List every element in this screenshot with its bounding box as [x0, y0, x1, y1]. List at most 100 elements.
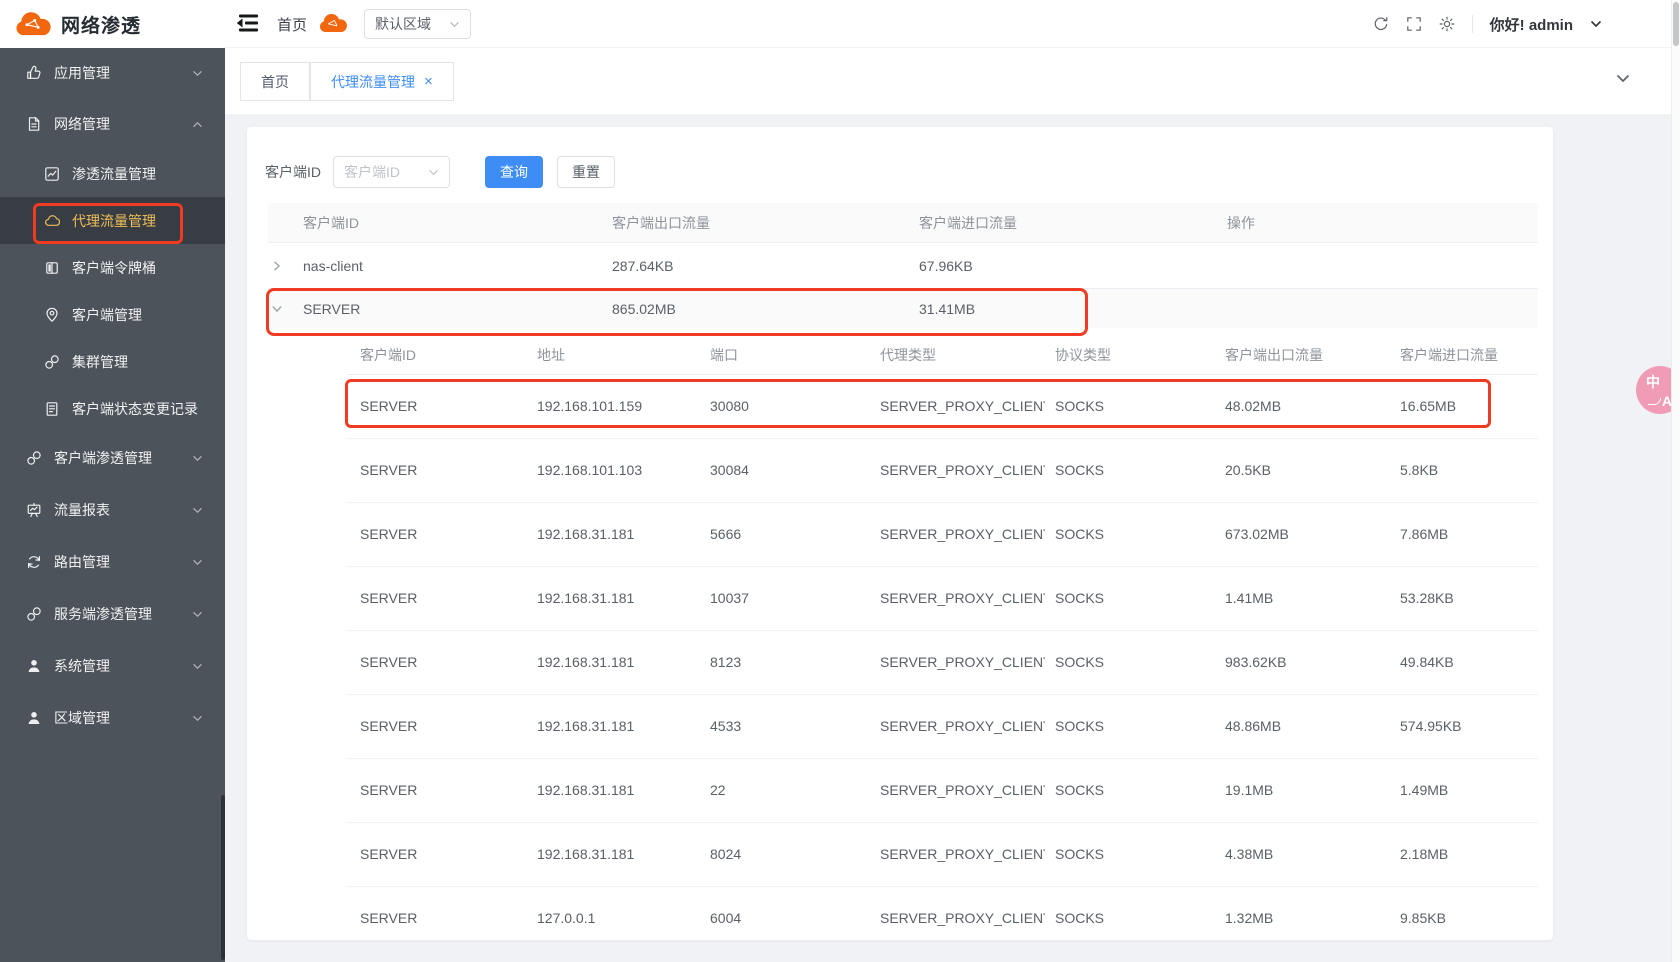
- chart-icon: [44, 166, 60, 182]
- link-icon: [44, 354, 60, 370]
- breadcrumb-home[interactable]: 首页: [277, 14, 307, 35]
- close-tab-icon[interactable]: ×: [424, 74, 433, 89]
- like-icon: [26, 65, 42, 81]
- tab-首页[interactable]: 首页: [240, 62, 310, 101]
- bucket-icon: [44, 260, 60, 276]
- table-cell: 30084: [700, 439, 870, 502]
- cloud-icon[interactable]: [318, 12, 348, 36]
- sidebar: 网络渗透 应用管理网络管理渗透流量管理代理流量管理客户端令牌桶客户端管理集群管理…: [0, 0, 225, 962]
- sidebar-item-label: 客户端管理: [72, 305, 142, 325]
- page-scrollbar: [1671, 0, 1680, 962]
- user-greeting[interactable]: 你好! admin: [1490, 14, 1573, 35]
- table-cell: 9.85KB: [1390, 887, 1538, 940]
- sidebar-item-客户端令牌桶[interactable]: 客户端令牌桶: [0, 244, 225, 291]
- table-cell: SERVER: [293, 289, 602, 328]
- fullscreen-icon[interactable]: [1406, 16, 1422, 32]
- theme-icon[interactable]: [1439, 16, 1455, 32]
- table-cell: 192.168.101.103: [527, 439, 700, 502]
- table-cell: [1217, 289, 1538, 328]
- chevron-down-icon[interactable]: [1590, 20, 1602, 28]
- table-cell: 30080: [700, 375, 870, 438]
- sidebar-item-label: 集群管理: [72, 352, 128, 372]
- sidebar-item-客户端管理[interactable]: 客户端管理: [0, 291, 225, 338]
- table-cell: SERVER_PROXY_CLIENT: [870, 375, 1045, 438]
- sidebar-item-label: 服务端渗透管理: [54, 604, 152, 624]
- divider: [1472, 15, 1473, 33]
- sidebar-item-代理流量管理[interactable]: 代理流量管理: [0, 197, 225, 244]
- link-icon: [26, 450, 42, 466]
- table-cell: SERVER_PROXY_CLIENT: [870, 439, 1045, 502]
- table-cell: 1.41MB: [1215, 567, 1390, 630]
- sidebar-item-label: 代理流量管理: [72, 211, 156, 231]
- sidebar-item-客户端渗透管理[interactable]: 客户端渗透管理: [0, 432, 225, 484]
- file-icon: [26, 116, 42, 132]
- nested-table-row: SERVER127.0.0.16004SERVER_PROXY_CLIENTSO…: [347, 887, 1538, 940]
- table-cell: SOCKS: [1045, 759, 1215, 822]
- column-header: 客户端出口流量: [1215, 336, 1390, 374]
- column-header: 客户端ID: [293, 203, 602, 242]
- chevron-down-icon[interactable]: [1616, 74, 1630, 83]
- region-select[interactable]: 默认区域: [364, 9, 471, 39]
- column-header: 操作: [1217, 203, 1538, 242]
- reset-button[interactable]: 重置: [557, 156, 615, 188]
- table-row-nas-client[interactable]: nas-client287.64KB67.96KB: [268, 243, 1538, 289]
- region-select-value: 默认区域: [375, 14, 431, 34]
- table-cell: 192.168.31.181: [527, 631, 700, 694]
- sidebar-item-系统管理[interactable]: 系统管理: [0, 640, 225, 692]
- sidebar-item-网络管理[interactable]: 网络管理: [0, 98, 225, 150]
- sidebar-item-服务端渗透管理[interactable]: 服务端渗透管理: [0, 588, 225, 640]
- proxy-detail-table: 客户端ID地址端口代理类型协议类型客户端出口流量客户端进口流量SERVER192…: [347, 336, 1538, 940]
- table-cell: nas-client: [293, 243, 602, 288]
- table-cell: 192.168.31.181: [527, 567, 700, 630]
- table-cell: 192.168.31.181: [527, 503, 700, 566]
- sidebar-item-集群管理[interactable]: 集群管理: [0, 338, 225, 385]
- collapse-row-icon[interactable]: [268, 289, 293, 328]
- client-id-select[interactable]: 客户端ID: [333, 156, 450, 188]
- sidebar-item-label: 网络管理: [54, 114, 110, 134]
- header-actions: 你好! admin: [1373, 0, 1602, 48]
- expand-row-icon[interactable]: [268, 243, 293, 288]
- menu-fold-icon[interactable]: [236, 14, 258, 32]
- table-cell: 127.0.0.1: [527, 887, 700, 940]
- chevron-down-icon: [192, 70, 203, 77]
- sidebar-item-label: 渗透流量管理: [72, 164, 156, 184]
- table-cell: [268, 203, 293, 242]
- table-cell: 49.84KB: [1390, 631, 1538, 694]
- sidebar-item-label: 应用管理: [54, 63, 110, 83]
- tab-代理流量管理[interactable]: 代理流量管理×: [310, 62, 454, 101]
- sidebar-item-客户端状态变更记录[interactable]: 客户端状态变更记录: [0, 385, 225, 432]
- sync-icon: [26, 554, 42, 570]
- tab-label: 首页: [261, 72, 289, 92]
- sidebar-item-路由管理[interactable]: 路由管理: [0, 536, 225, 588]
- table-header: 客户端ID客户端出口流量客户端进口流量操作: [268, 203, 1538, 243]
- chevron-down-icon: [449, 21, 460, 28]
- table-cell: SERVER: [347, 567, 527, 630]
- doc-icon: [44, 401, 60, 417]
- pin-icon: [44, 307, 60, 323]
- table-cell: 4533: [700, 695, 870, 758]
- sidebar-item-流量报表[interactable]: 流量报表: [0, 484, 225, 536]
- nested-table-row: SERVER192.168.31.1818123SERVER_PROXY_CLI…: [347, 631, 1538, 695]
- sidebar-item-应用管理[interactable]: 应用管理: [0, 48, 225, 98]
- app-screen: 网络渗透 应用管理网络管理渗透流量管理代理流量管理客户端令牌桶客户端管理集群管理…: [0, 0, 1680, 962]
- table-cell: 31.41MB: [909, 289, 1217, 328]
- page-scrollbar-thumb[interactable]: [1673, 2, 1679, 46]
- table-row-SERVER[interactable]: SERVER865.02MB31.41MB: [268, 289, 1538, 328]
- table-cell: SERVER_PROXY_CLIENT: [870, 631, 1045, 694]
- sidebar-item-区域管理[interactable]: 区域管理: [0, 692, 225, 744]
- sidebar-item-渗透流量管理[interactable]: 渗透流量管理: [0, 150, 225, 197]
- query-button[interactable]: 查询: [485, 156, 543, 188]
- refresh-icon[interactable]: [1373, 16, 1389, 32]
- table-cell: 8024: [700, 823, 870, 886]
- cloud-icon: [44, 213, 60, 229]
- cloud-logo-icon: [14, 10, 52, 39]
- sidebar-item-label: 客户端渗透管理: [54, 448, 152, 468]
- table-cell: SERVER_PROXY_CLIENT: [870, 759, 1045, 822]
- sidebar-item-label: 路由管理: [54, 552, 110, 572]
- table-cell: SERVER: [347, 439, 527, 502]
- table-cell: 5.8KB: [1390, 439, 1538, 502]
- nested-table-row: SERVER192.168.31.18110037SERVER_PROXY_CL…: [347, 567, 1538, 631]
- sidebar-scrollbar[interactable]: [221, 795, 225, 960]
- table-cell: 5666: [700, 503, 870, 566]
- sidebar-menu: 应用管理网络管理渗透流量管理代理流量管理客户端令牌桶客户端管理集群管理客户端状态…: [0, 48, 225, 744]
